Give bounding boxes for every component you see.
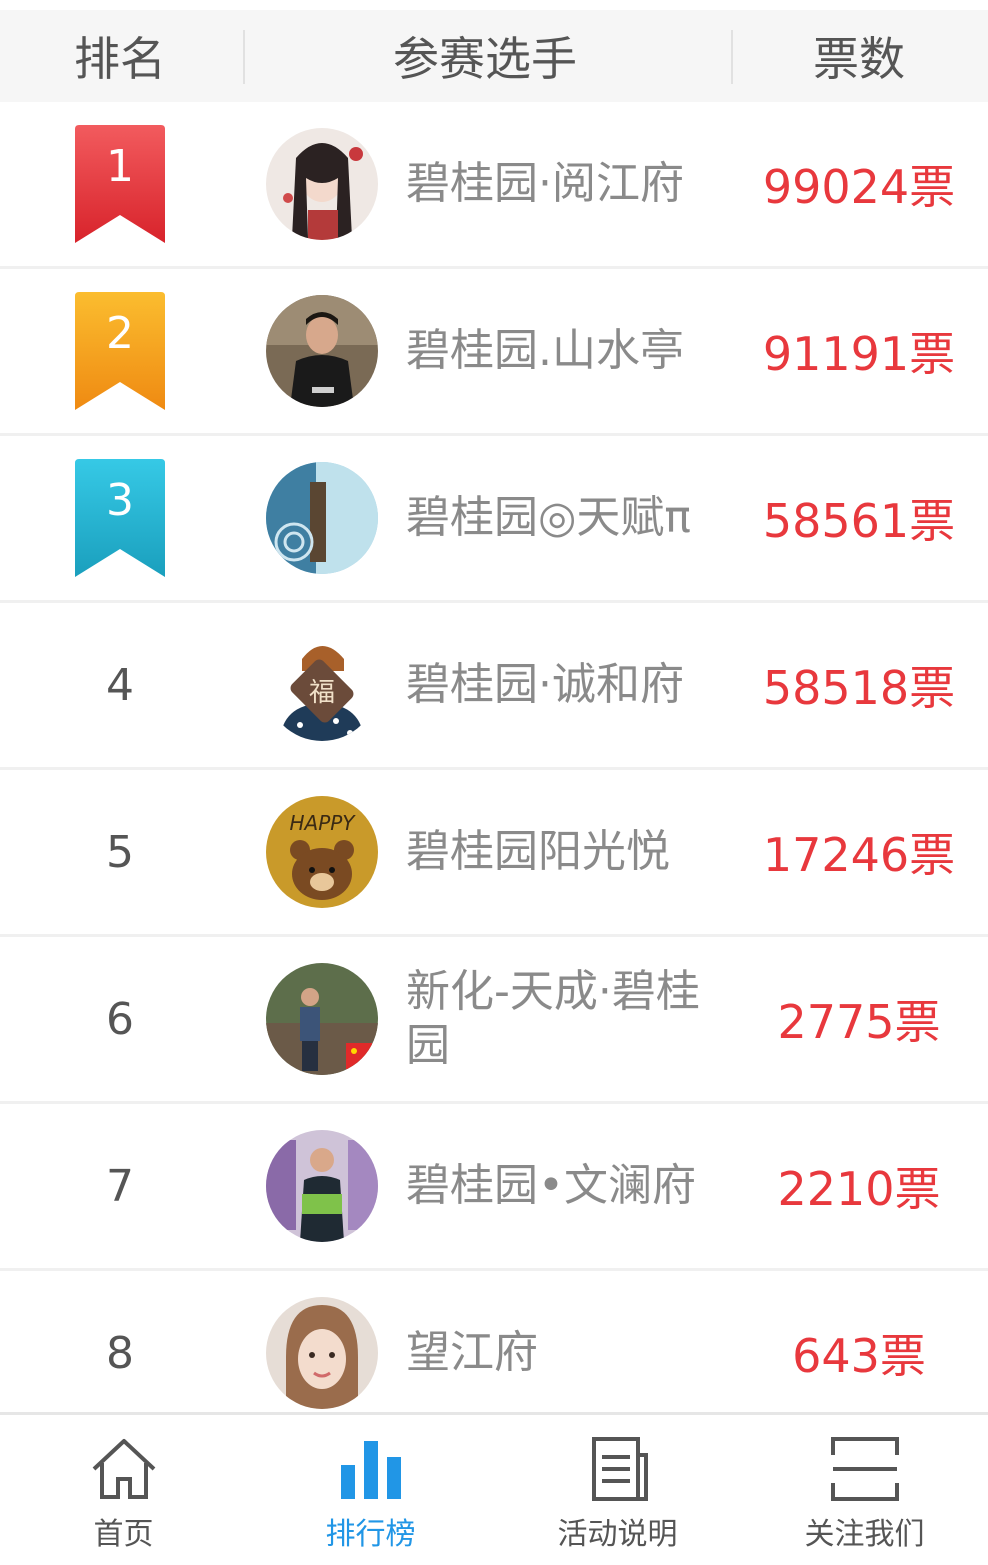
list-item[interactable]: 6 新化-天成·碧桂园 2775票 <box>0 937 988 1104</box>
player-name: 碧桂园.山水亭 <box>406 325 684 376</box>
vote-count: 99024票 <box>762 160 956 214</box>
rank-badge-bronze: 3 <box>75 459 165 577</box>
ranking-list: 1 碧桂园·阅江府 99024票 2 碧桂园.山水亭 91191票 3 碧桂园◎… <box>0 102 988 1438</box>
vote-count: 643票 <box>792 1329 926 1383</box>
ranking-bars-icon <box>340 1441 401 1499</box>
rank-badge-silver: 2 <box>75 292 165 410</box>
scan-icon <box>830 1437 899 1501</box>
bottom-tab-bar: 首页 排行榜 活动说明 关注我们 <box>0 1412 988 1565</box>
tab-label: 首页 <box>93 1517 154 1552</box>
avatar-woman-selfie[interactable] <box>266 1297 378 1409</box>
rank-number: 1 <box>106 141 134 192</box>
rank-number: 5 <box>106 826 134 878</box>
table-header: 排名 参赛选手 票数 <box>0 10 988 102</box>
home-icon <box>92 1439 155 1499</box>
player-name: 望江府 <box>406 1327 538 1378</box>
list-item[interactable]: 1 碧桂园·阅江府 99024票 <box>0 102 988 269</box>
player-name: 碧桂园•文澜府 <box>406 1160 696 1211</box>
player-name: 碧桂园·阅江府 <box>406 158 684 209</box>
header-player: 参赛选手 <box>393 32 577 86</box>
avatar-woman-shop[interactable] <box>266 1130 378 1242</box>
player-name: 碧桂园·诚和府 <box>406 659 684 710</box>
tab-activity-info[interactable]: 活动说明 <box>494 1415 741 1565</box>
list-item[interactable]: 4 福 碧桂园·诚和府 58518票 <box>0 603 988 770</box>
header-divider <box>731 30 733 84</box>
list-item[interactable]: 7 碧桂园•文澜府 2210票 <box>0 1104 988 1271</box>
header-divider <box>243 30 245 84</box>
tab-label: 活动说明 <box>557 1517 678 1552</box>
header-votes: 票数 <box>813 32 905 86</box>
vote-count: 17246票 <box>762 828 956 882</box>
svg-text:HAPPY: HAPPY <box>289 811 356 835</box>
document-icon <box>591 1437 648 1501</box>
avatar-happy-bear[interactable]: HAPPY <box>266 796 378 908</box>
vote-count: 58518票 <box>762 661 956 715</box>
player-name: 碧桂园阳光悦 <box>406 826 670 877</box>
tab-follow-us[interactable]: 关注我们 <box>741 1415 988 1565</box>
list-item[interactable]: 2 碧桂园.山水亭 91191票 <box>0 269 988 436</box>
vote-count: 91191票 <box>762 327 956 381</box>
player-name: 新化-天成·碧桂园 <box>406 966 700 1071</box>
vote-count: 2775票 <box>777 995 941 1049</box>
rank-badge-gold: 1 <box>75 125 165 243</box>
player-name: 碧桂园◎天赋π <box>406 492 691 543</box>
avatar-boy-photo[interactable] <box>266 295 378 407</box>
rank-number: 8 <box>106 1327 134 1379</box>
avatar-man-outdoor[interactable] <box>266 963 378 1075</box>
tab-label: 排行榜 <box>325 1517 416 1552</box>
header-rank: 排名 <box>74 32 166 86</box>
svg-text:福: 福 <box>309 678 335 708</box>
avatar-fu-cartoon[interactable]: 福 <box>266 629 378 741</box>
rank-number: 6 <box>106 993 134 1045</box>
vote-count: 58561票 <box>762 494 956 548</box>
list-item[interactable]: 3 碧桂园◎天赋π 58561票 <box>0 436 988 603</box>
avatar-girl-illustration[interactable] <box>266 128 378 240</box>
tab-label: 关注我们 <box>804 1517 925 1552</box>
tab-ranking[interactable]: 排行榜 <box>247 1415 494 1565</box>
rank-number: 7 <box>106 1160 134 1212</box>
rank-number: 3 <box>106 475 134 526</box>
rank-number: 4 <box>106 659 134 711</box>
avatar-building-photo[interactable] <box>266 462 378 574</box>
tab-home[interactable]: 首页 <box>0 1415 247 1565</box>
rank-number: 2 <box>106 308 134 359</box>
list-item[interactable]: 5 HAPPY 碧桂园阳光悦 17246票 <box>0 770 988 937</box>
vote-count: 2210票 <box>777 1162 941 1216</box>
